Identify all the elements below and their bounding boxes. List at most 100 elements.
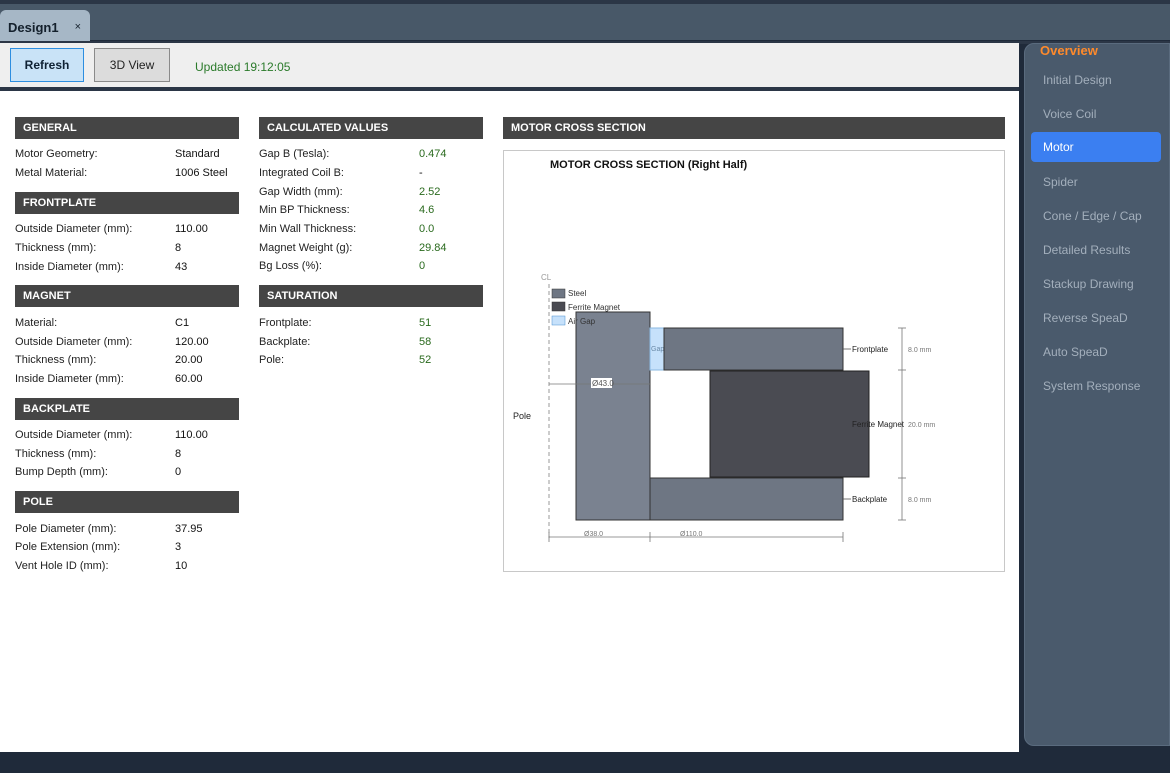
bp-thickness-dimension: 8.0 mm bbox=[908, 497, 932, 504]
sidebar-item-spider[interactable]: Spider bbox=[1031, 167, 1161, 197]
cross-section-title: MOTOR CROSS SECTION (Right Half) bbox=[550, 159, 748, 171]
sidebar-item-system-response[interactable]: System Response bbox=[1031, 371, 1161, 401]
magnet-row-label: Inside Diameter (mm): bbox=[15, 373, 124, 385]
frontplate-row-value: 8 bbox=[175, 242, 182, 254]
legend-magnet-label: Ferrite Magnet bbox=[568, 303, 621, 312]
cross-section-header: MOTOR CROSS SECTION bbox=[503, 117, 1005, 139]
cross-section-drawing: MOTOR CROSS SECTION (Right Half) CL Stee… bbox=[513, 159, 935, 542]
refresh-button[interactable]: Refresh bbox=[10, 48, 84, 82]
backplate-row-value: 110.00 bbox=[175, 429, 208, 441]
saturation-row-value: 58 bbox=[419, 336, 432, 348]
pole-row-value: 37.95 bbox=[175, 523, 203, 535]
backplate-label: Backplate bbox=[852, 495, 888, 504]
pole-row-value: 3 bbox=[175, 541, 182, 553]
calculated-row-label: Magnet Weight (g): bbox=[259, 242, 353, 254]
sidebar-item-reverse-spead[interactable]: Reverse SpeaD bbox=[1031, 303, 1161, 333]
magnet-row-label: Material: bbox=[15, 317, 58, 329]
cl-label: CL bbox=[541, 273, 552, 282]
legend-airgap-swatch bbox=[551, 315, 566, 326]
magnet-row-value: 20.00 bbox=[175, 354, 203, 366]
magnet-thickness-dimension: 20.0 mm bbox=[908, 422, 935, 429]
cross-section-panel: MOTOR CROSS SECTION (Right Half) CL Stee… bbox=[503, 150, 1005, 572]
general-row-label: Motor Geometry: bbox=[15, 148, 98, 160]
tab-design1[interactable]: Design1 × bbox=[0, 10, 90, 44]
saturation-row-value: 52 bbox=[419, 354, 432, 366]
general-header: GENERAL bbox=[15, 117, 239, 139]
sidebar-item-auto-spead[interactable]: Auto SpeaD bbox=[1031, 337, 1161, 367]
general-row-value: 1006 Steel bbox=[175, 167, 228, 179]
calculated-values-header: CALCULATED VALUES bbox=[259, 117, 483, 139]
status-strip bbox=[0, 752, 1170, 773]
magnet-row-label: Thickness (mm): bbox=[15, 354, 97, 366]
close-icon[interactable]: × bbox=[75, 21, 81, 33]
pole-label: Pole bbox=[513, 411, 531, 421]
gap-label: Gap bbox=[651, 346, 664, 353]
legend-airgap-label: Air Gap bbox=[568, 317, 596, 326]
fp-thickness-dimension: 8.0 mm bbox=[908, 347, 932, 354]
backplate-row-label: Outside Diameter (mm): bbox=[15, 429, 133, 441]
frontplate-header: FRONTPLATE bbox=[15, 192, 239, 214]
backplate-row-value: 0 bbox=[175, 466, 182, 478]
general-row-label: Metal Material: bbox=[15, 167, 88, 179]
sidebar-item-initial-design[interactable]: Initial Design bbox=[1031, 65, 1161, 95]
calculated-row-value: 29.84 bbox=[419, 242, 447, 254]
tab-title: Design1 bbox=[8, 19, 59, 35]
calculated-row-value: - bbox=[419, 167, 423, 179]
magnet-shape bbox=[709, 370, 870, 478]
frontplate-row-label: Thickness (mm): bbox=[15, 242, 97, 254]
magnet-header: MAGNET bbox=[15, 285, 239, 307]
pole-row-label: Pole Diameter (mm): bbox=[15, 523, 117, 535]
sidebar-item-detailed-results[interactable]: Detailed Results bbox=[1031, 235, 1161, 265]
legend-magnet-swatch bbox=[551, 301, 566, 312]
backplate-row-value: 8 bbox=[175, 448, 182, 460]
saturation-header: SATURATION bbox=[259, 285, 483, 307]
backplate-shape bbox=[649, 477, 844, 521]
frontplate-row-label: Inside Diameter (mm): bbox=[15, 261, 124, 273]
pole-row-value: 10 bbox=[175, 560, 188, 572]
magnet-label: Ferrite Magnet bbox=[852, 420, 905, 429]
backplate-row-label: Bump Depth (mm): bbox=[15, 466, 108, 478]
toolbar: Refresh 3D View Updated 19:12:05 bbox=[0, 43, 1019, 87]
pole-row-label: Pole Extension (mm): bbox=[15, 541, 121, 553]
legend-steel-swatch bbox=[551, 288, 566, 299]
calculated-row-value: 0.474 bbox=[419, 148, 447, 160]
magnet-row-value: 120.00 bbox=[175, 336, 209, 348]
magnet-row-label: Outside Diameter (mm): bbox=[15, 336, 133, 348]
calculated-row-value: 0.0 bbox=[419, 223, 435, 235]
sidebar-item-cone-edge-cap[interactable]: Cone / Edge / Cap bbox=[1031, 201, 1161, 231]
pole-row-label: Vent Hole ID (mm): bbox=[15, 560, 109, 572]
calculated-row-value: 4.6 bbox=[419, 204, 435, 216]
sidebar-item-voice-coil[interactable]: Voice Coil bbox=[1031, 99, 1161, 129]
overview-sidebar: Overview Initial Design Voice Coil Motor… bbox=[1024, 43, 1170, 746]
frontplate-label: Frontplate bbox=[852, 345, 889, 354]
calculated-row-label: Min Wall Thickness: bbox=[259, 223, 357, 235]
saturation-row-label: Frontplate: bbox=[259, 317, 312, 329]
legend-steel-label: Steel bbox=[568, 289, 586, 298]
main-content: GENERAL Motor Geometry: Standard Metal M… bbox=[0, 91, 1019, 752]
frontplate-row-value: 43 bbox=[175, 261, 188, 273]
backplate-header: BACKPLATE bbox=[15, 398, 239, 420]
sidebar-item-stackup-drawing[interactable]: Stackup Drawing bbox=[1031, 269, 1161, 299]
frontplate-row-label: Outside Diameter (mm): bbox=[15, 223, 133, 235]
sidebar-item-motor[interactable]: Motor bbox=[1031, 132, 1161, 162]
general-row-value: Standard bbox=[175, 148, 220, 160]
saturation-row-label: Pole: bbox=[259, 354, 285, 366]
magnet-row-value: C1 bbox=[175, 317, 190, 329]
pole-diameter-dimension: Ø38.0 bbox=[584, 531, 603, 538]
fp-id-dimension: Ø43.0 bbox=[592, 379, 614, 388]
saturation-row-label: Backplate: bbox=[259, 336, 311, 348]
pole-shape bbox=[575, 311, 651, 521]
frontplate-shape bbox=[663, 327, 844, 371]
frontplate-row-value: 110.00 bbox=[175, 223, 208, 235]
backplate-row-label: Thickness (mm): bbox=[15, 448, 97, 460]
calculated-row-value: 0 bbox=[419, 260, 426, 272]
calculated-row-label: Bg Loss (%): bbox=[259, 260, 322, 272]
saturation-row-value: 51 bbox=[419, 317, 432, 329]
document-tab-bar: Design1 × bbox=[0, 0, 1170, 44]
sidebar-title: Overview bbox=[1040, 43, 1098, 58]
3d-view-button[interactable]: 3D View bbox=[94, 48, 170, 82]
calculated-row-label: Integrated Coil B: bbox=[259, 167, 344, 179]
outer-diameter-dimension: Ø110.0 bbox=[680, 531, 703, 538]
calculated-row-label: Min BP Thickness: bbox=[259, 204, 350, 216]
pole-header: POLE bbox=[15, 491, 239, 513]
